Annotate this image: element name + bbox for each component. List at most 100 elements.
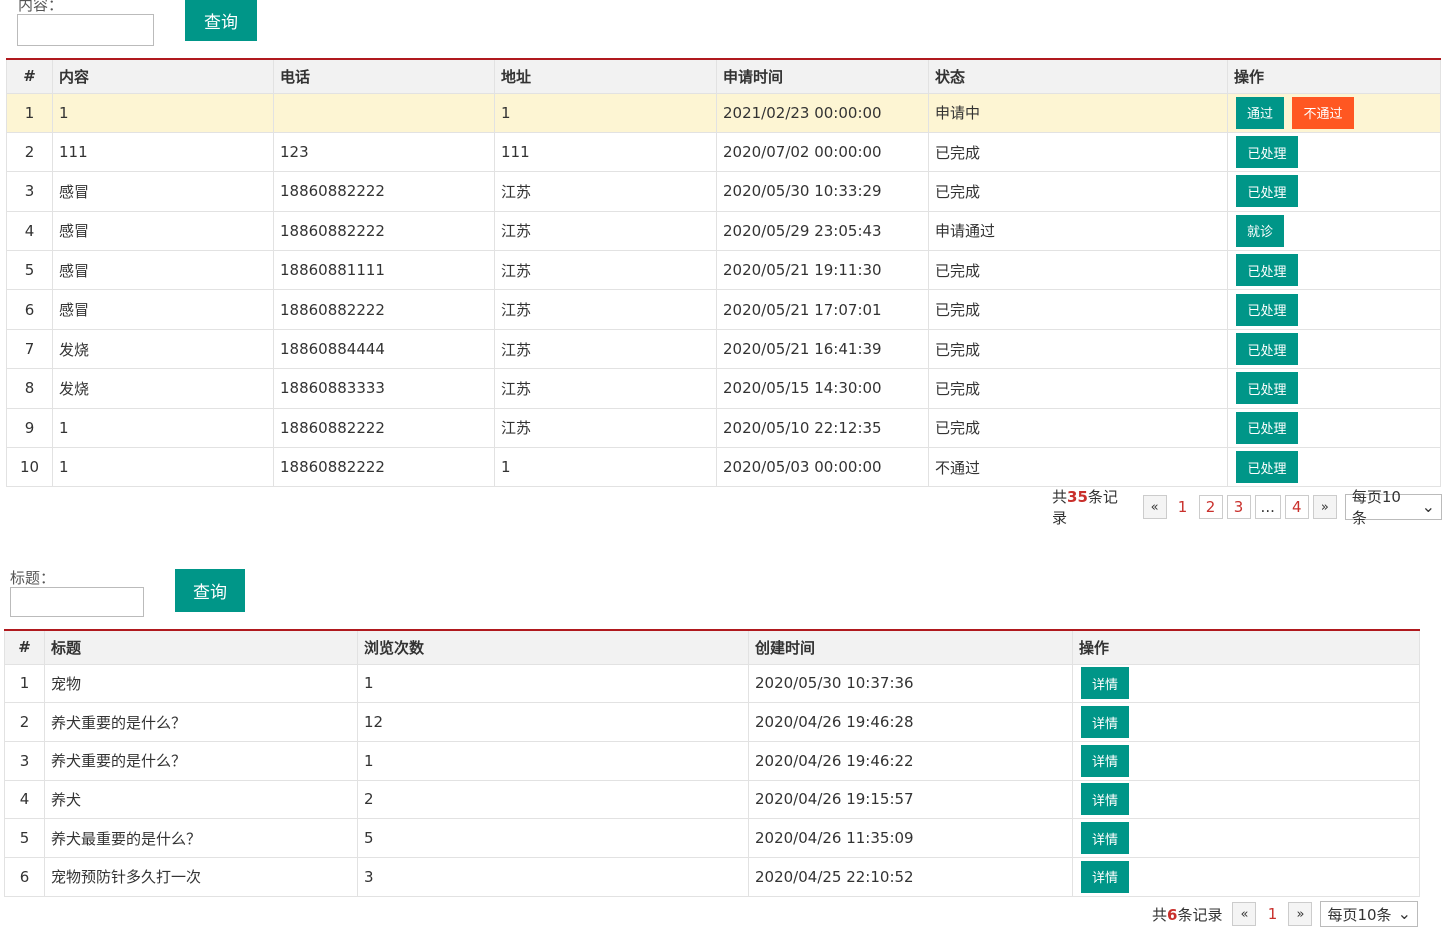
prev-page-button[interactable]: «: [1142, 495, 1167, 519]
phone-cell: 18860881111: [273, 250, 495, 291]
processed-button[interactable]: 已处理: [1236, 411, 1298, 444]
actions-cell: 已处理: [1227, 171, 1441, 212]
column-header: #: [4, 629, 45, 665]
content-cell: 1: [52, 92, 274, 133]
actions-cell: 已处理: [1227, 131, 1441, 173]
processed-button[interactable]: 已处理: [1236, 136, 1298, 169]
title-search-input[interactable]: [10, 587, 144, 617]
record-count: 共6条记录: [1152, 904, 1222, 925]
address-cell: 1: [494, 447, 717, 488]
actions-cell: 已处理: [1227, 289, 1441, 330]
detail-button[interactable]: 详情: [1081, 667, 1129, 700]
table-row: 5 感冒 18860881111 江苏 2020/05/21 19:11:30 已完成 已处…: [6, 250, 1441, 291]
detail-button[interactable]: 详情: [1081, 783, 1129, 816]
column-header: 地址: [494, 58, 717, 94]
apply-time-cell: 2021/02/23 00:00:00: [716, 92, 929, 133]
article-pagination: 共6条记录 «1» 每页10条 ⌄: [1152, 901, 1418, 927]
views-cell: 3: [357, 856, 749, 897]
table-row: 3 感冒 18860882222 江苏 2020/05/30 10:33:29 已完成 已处…: [6, 171, 1441, 212]
prev-page-button[interactable]: «: [1232, 902, 1257, 926]
views-cell: 2: [357, 779, 749, 820]
page-button[interactable]: 1: [1260, 902, 1285, 926]
phone-cell: 18860882222: [273, 447, 495, 488]
application-table: # 内容 电话 地址 申请时间 状态 操作 1 1 1 2021/02/23 00:00:00 申请…: [6, 58, 1441, 488]
actions-cell: 详情: [1072, 740, 1420, 781]
column-header: 电话: [273, 58, 495, 94]
create-time-cell: 2020/04/26 19:46:22: [748, 740, 1073, 781]
content-search-label: 内容：: [18, 0, 64, 14]
status-cell: 申请通过: [928, 210, 1228, 252]
page-button[interactable]: 1: [1170, 495, 1195, 519]
processed-button[interactable]: 已处理: [1236, 293, 1298, 326]
next-page-button[interactable]: »: [1288, 902, 1313, 926]
page-button[interactable]: 3: [1226, 495, 1251, 519]
processed-button[interactable]: 已处理: [1236, 175, 1298, 208]
processed-button[interactable]: 已处理: [1236, 451, 1298, 484]
create-time-cell: 2020/04/26 19:46:28: [748, 702, 1073, 742]
status-cell: 申请中: [928, 92, 1228, 133]
page-size-value: 每页10条: [1327, 905, 1392, 924]
status-cell: 已完成: [928, 289, 1228, 330]
content-cell: 感冒: [52, 171, 274, 212]
actions-cell: 已处理: [1227, 328, 1441, 370]
page-size-select[interactable]: 每页10条 ⌄: [1320, 901, 1418, 927]
phone-cell: [273, 92, 495, 133]
actions-cell: 就诊: [1227, 210, 1441, 252]
phone-cell: 18860882222: [273, 289, 495, 330]
detail-button[interactable]: 详情: [1081, 706, 1129, 739]
phone-cell: 18860883333: [273, 368, 495, 409]
column-header: 标题: [44, 629, 358, 665]
page-ellipsis: ...: [1254, 495, 1281, 519]
table-row: 2 养犬重要的是什么？ 12 2020/04/26 19:46:28 详情: [4, 702, 1420, 742]
processed-button[interactable]: 已处理: [1236, 333, 1298, 366]
row-index: 3: [6, 171, 53, 212]
approve-button[interactable]: 通过: [1236, 96, 1284, 129]
title-cell: 宠物预防针多久打一次: [44, 856, 358, 897]
actions-cell: 已处理: [1227, 447, 1441, 488]
column-header: 申请时间: [716, 58, 929, 94]
page-button[interactable]: 2: [1198, 495, 1223, 519]
content-cell: 感冒: [52, 210, 274, 252]
content-cell: 发烧: [52, 368, 274, 409]
address-cell: 江苏: [494, 328, 717, 370]
apply-time-cell: 2020/05/30 10:33:29: [716, 171, 929, 212]
address-cell: 江苏: [494, 289, 717, 330]
address-cell: 江苏: [494, 250, 717, 291]
phone-cell: 123: [273, 131, 495, 173]
row-index: 1: [4, 663, 45, 704]
content-query-button[interactable]: 查询: [185, 0, 257, 41]
detail-button[interactable]: 详情: [1081, 744, 1129, 777]
apply-time-cell: 2020/05/15 14:30:00: [716, 368, 929, 409]
page-button[interactable]: 4: [1284, 495, 1309, 519]
address-cell: 江苏: [494, 407, 717, 449]
article-table: # 标题 浏览次数 创建时间 操作 1 宠物 1 2020/05/30 10:37:36 详情 2…: [4, 629, 1420, 897]
record-count-number: 35: [1067, 488, 1088, 506]
column-header: 浏览次数: [357, 629, 749, 665]
content-cell: 感冒: [52, 250, 274, 291]
table-row: 8 发烧 18860883333 江苏 2020/05/15 14:30:00 已完成 已处…: [6, 368, 1441, 409]
table-row: 7 发烧 18860884444 江苏 2020/05/21 16:41:39 已完成 已处…: [6, 328, 1441, 370]
processed-button[interactable]: 已处理: [1236, 372, 1298, 405]
actions-cell: 详情: [1072, 856, 1420, 897]
next-page-button[interactable]: »: [1312, 495, 1337, 519]
detail-button[interactable]: 详情: [1081, 860, 1129, 893]
page-size-select[interactable]: 每页10条 ⌄: [1344, 488, 1442, 527]
create-time-cell: 2020/04/25 22:10:52: [748, 856, 1073, 897]
reject-button[interactable]: 不通过: [1292, 96, 1354, 129]
title-query-button[interactable]: 查询: [175, 569, 245, 612]
row-index: 6: [6, 289, 53, 330]
row-index: 5: [6, 250, 53, 291]
row-index: 3: [4, 740, 45, 781]
processed-button[interactable]: 已处理: [1236, 254, 1298, 287]
views-cell: 12: [357, 702, 749, 742]
detail-button[interactable]: 详情: [1081, 822, 1129, 855]
actions-cell: 详情: [1072, 818, 1420, 858]
table-row: 4 感冒 18860882222 江苏 2020/05/29 23:05:43 申请通过就…: [6, 210, 1441, 252]
record-count: 共35条记录: [1052, 486, 1133, 528]
actions-cell: 详情: [1072, 663, 1420, 704]
visit-button[interactable]: 就诊: [1236, 214, 1284, 247]
content-cell: 1: [52, 447, 274, 488]
status-cell: 已完成: [928, 407, 1228, 449]
row-index: 4: [4, 779, 45, 820]
content-search-input[interactable]: [17, 14, 154, 46]
